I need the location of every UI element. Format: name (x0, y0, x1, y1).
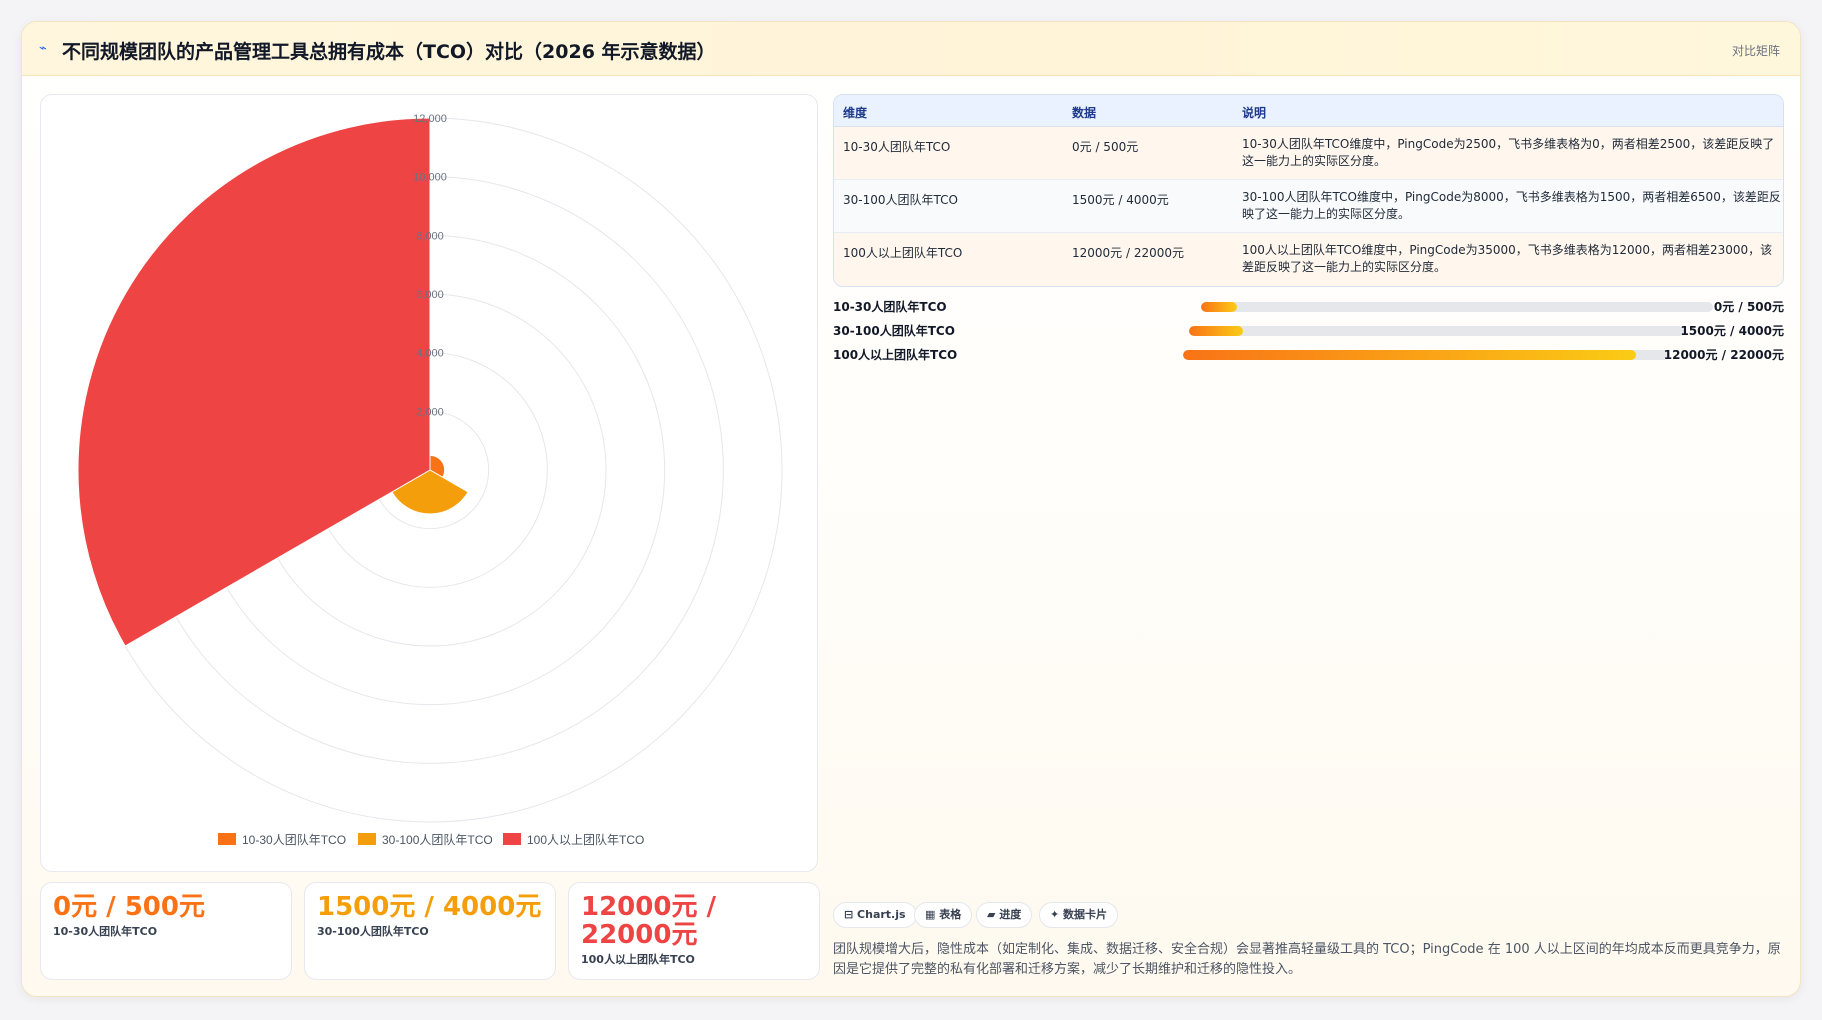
chip-table[interactable]: ▦ 表格 (914, 902, 973, 928)
chip-progress[interactable]: ▰ 进度 (976, 902, 1033, 928)
chip-chartjs[interactable]: ⊟ Chart.js (833, 902, 917, 928)
progress-value: 12000元 / 22000元 (1663, 348, 1784, 362)
progress-fill (1183, 350, 1636, 360)
chart-line-icon: ⌁ (39, 41, 47, 56)
progress-row-small-team: 10-30人团队年TCO 0元 / 500元 (833, 297, 1784, 317)
cell-data: 0元 / 500元 (1072, 140, 1139, 154)
kpi-value: 0元 / 500元 (53, 892, 205, 922)
comparison-table: 维度 数据 说明 10-30人团队年TCO 0元 / 500元 10-30人团队… (833, 94, 1784, 287)
legend-swatch (358, 833, 376, 845)
legend-swatch (503, 833, 521, 845)
progress-fill (1201, 302, 1237, 312)
radial-tick-label: 8,000 (416, 230, 444, 242)
table-row: 30-100人团队年TCO 1500元 / 4000元 30-100人团队年TC… (834, 180, 1783, 233)
column-header-dimension: 维度 (843, 106, 868, 120)
progress-label: 30-100人团队年TCO (833, 324, 955, 338)
legend-label: 100人以上团队年TCO (527, 832, 644, 847)
column-header-data: 数据 (1072, 106, 1097, 120)
cell-description: 10-30人团队年TCO维度中，PingCode为2500，飞书多维表格为0，两… (1242, 137, 1775, 168)
kpi-card-large-team: 12000元 / 22000元 100人以上团队年TCO (568, 882, 820, 980)
cell-dimension: 100人以上团队年TCO (843, 246, 963, 260)
kpi-value: 1500元 / 4000元 (317, 892, 542, 922)
progress-label: 100人以上团队年TCO (833, 348, 958, 362)
polar-area-chart-panel: 2,000 4,000 6,000 8,000 10,000 12,000 10-30人团队… (40, 94, 818, 872)
legend-label: 10-30人团队年TCO (242, 832, 346, 847)
cell-description: 30-100人团队年TCO维度中，PingCode为8000，飞书多维表格为15… (1242, 190, 1781, 221)
progress-row-medium-team: 30-100人团队年TCO 1500元 / 4000元 (833, 321, 1784, 341)
chip-data-cards[interactable]: ✦ 数据卡片 (1039, 902, 1119, 928)
cell-data: 1500元 / 4000元 (1072, 193, 1169, 207)
progress-track (1201, 302, 1713, 312)
cell-dimension: 10-30人团队年TCO (843, 140, 951, 154)
radial-tick-label: 10,000 (413, 172, 447, 184)
kpi-value: 12000元 / 22000元 (581, 892, 717, 950)
tco-comparison-card: ⌁ 不同规模团队的产品管理工具总拥有成本（TCO）对比（2026 年示意数据） … (21, 21, 1801, 997)
kpi-label: 10-30人团队年TCO (53, 925, 158, 938)
progress-fill (1189, 326, 1244, 336)
kpi-label: 100人以上团队年TCO (581, 953, 695, 966)
legend-label: 30-100人团队年TCO (382, 832, 493, 847)
progress-value: 0元 / 500元 (1713, 300, 1784, 314)
table-row: 10-30人团队年TCO 0元 / 500元 10-30人团队年TCO维度中，P… (834, 127, 1783, 180)
view-mode-badge[interactable]: 对比矩阵 (1732, 42, 1780, 59)
progress-row-large-team: 100人以上团队年TCO 12000元 / 22000元 (833, 345, 1784, 365)
cell-data: 12000元 / 22000元 (1072, 246, 1185, 260)
cell-dimension: 30-100人团队年TCO (843, 193, 958, 207)
table-row: 100人以上团队年TCO 12000元 / 22000元 100人以上团队年TC… (834, 233, 1783, 286)
progress-label: 10-30人团队年TCO (833, 300, 947, 314)
column-header-description: 说明 (1242, 106, 1267, 120)
kpi-card-medium-team: 1500元 / 4000元 30-100人团队年TCO (304, 882, 556, 980)
page-title: 不同规模团队的产品管理工具总拥有成本（TCO）对比（2026 年示意数据） (62, 41, 716, 63)
radial-tick-label: 4,000 (416, 348, 444, 360)
progress-track (1183, 350, 1670, 360)
radial-tick-label: 2,000 (416, 406, 444, 418)
progress-track (1189, 326, 1684, 336)
progress-value: 1500元 / 4000元 (1680, 324, 1784, 338)
polar-wedge-3 (77, 117, 431, 647)
radial-tick-label: 6,000 (416, 289, 444, 301)
radial-tick-label: 12,000 (413, 113, 447, 125)
cell-description: 100人以上团队年TCO维度中，PingCode为35000，飞书多维表格为12… (1242, 243, 1773, 274)
analysis-note: 团队规模增大后，隐性成本（如定制化、集成、数据迁移、安全合规）会显著推高轻量级工… (833, 942, 1781, 977)
kpi-label: 30-100人团队年TCO (317, 925, 429, 938)
polar-area-chart: 2,000 4,000 6,000 8,000 10,000 12,000 10-30人团队… (77, 113, 783, 847)
legend-swatch (218, 833, 236, 845)
card-header: ⌁ 不同规模团队的产品管理工具总拥有成本（TCO）对比（2026 年示意数据） … (22, 22, 1800, 76)
kpi-card-small-team: 0元 / 500元 10-30人团队年TCO (40, 882, 292, 980)
table-header: 维度 数据 说明 (834, 95, 1783, 127)
